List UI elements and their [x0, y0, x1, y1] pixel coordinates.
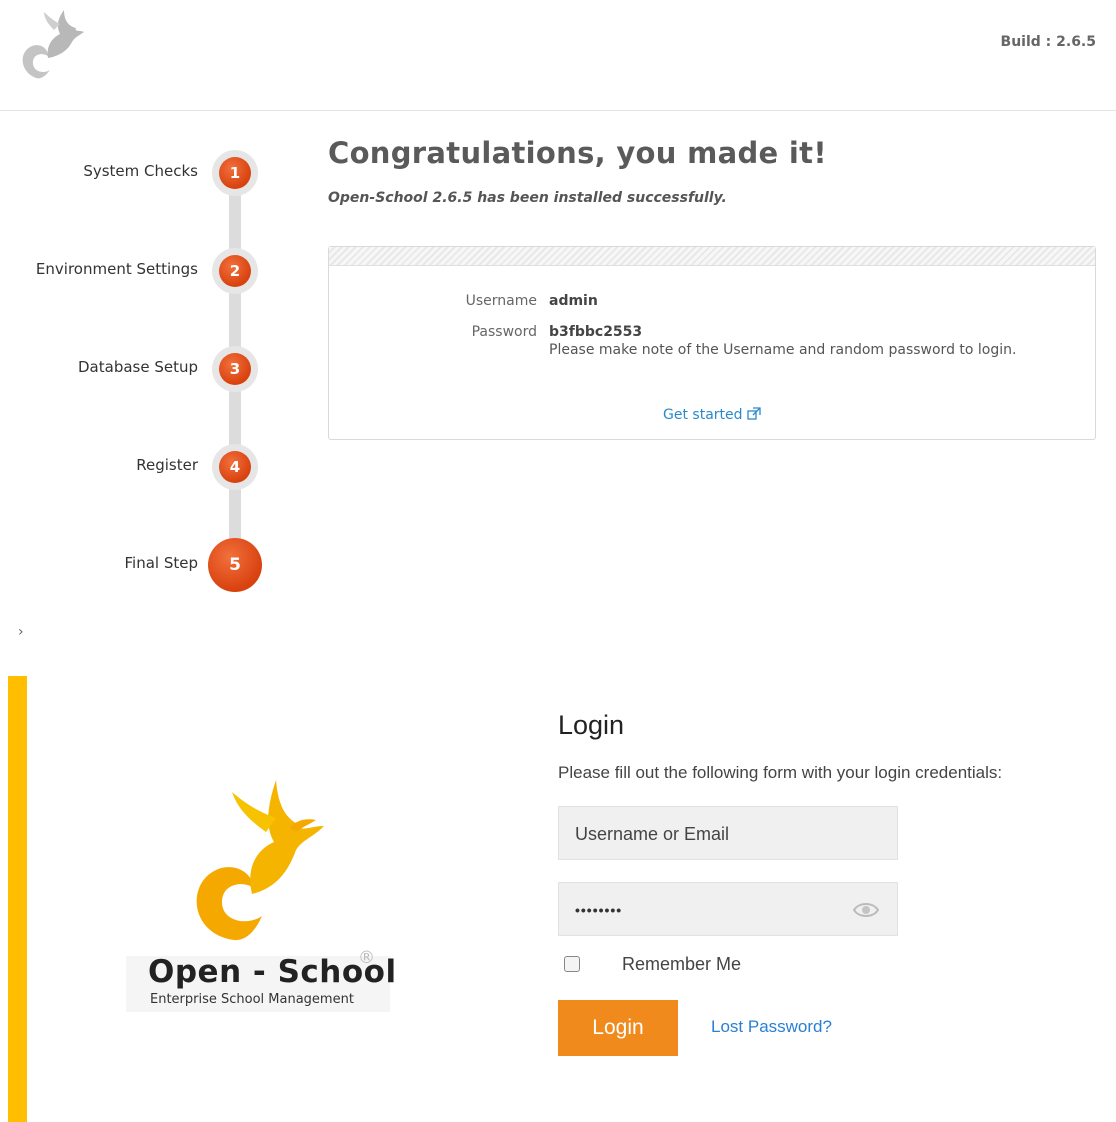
- login-button[interactable]: Login: [558, 1000, 678, 1056]
- step-badge-active: 5: [208, 538, 262, 592]
- username-value: admin: [549, 293, 598, 309]
- login-instructions: Please fill out the following form with …: [558, 763, 1003, 782]
- login-screen: Open - School ® Enterprise School Manage…: [8, 676, 1116, 1122]
- open-school-logo-icon: [22, 10, 84, 79]
- remember-me-label[interactable]: Remember Me: [622, 954, 741, 975]
- brand-tagline: Enterprise School Management: [150, 992, 354, 1007]
- step-label: System Checks: [83, 162, 198, 180]
- step-badge: 1: [212, 150, 258, 196]
- password-label: Password: [471, 324, 537, 340]
- login-title: Login: [558, 710, 625, 740]
- registered-mark: ®: [358, 948, 375, 968]
- username-label: Username: [465, 293, 537, 309]
- step-number: 1: [219, 157, 251, 189]
- step-label: Database Setup: [78, 358, 198, 376]
- step-badge: 2: [212, 248, 258, 294]
- password-field: [558, 882, 898, 937]
- step-label: Register: [136, 456, 198, 474]
- get-started-link-row: Get started: [329, 407, 1095, 423]
- install-success-message: Open-School 2.6.5 has been installed suc…: [328, 190, 727, 206]
- step-environment-settings[interactable]: Environment Settings 2: [0, 248, 270, 298]
- installer-header: Build : 2.6.5: [0, 0, 1116, 111]
- step-label: Environment Settings: [35, 260, 198, 278]
- step-register[interactable]: Register 4: [0, 444, 270, 494]
- credentials-box-header: [329, 247, 1095, 266]
- step-number: 3: [219, 353, 251, 385]
- step-number: 5: [208, 538, 262, 592]
- page-title: Congratulations, you made it!: [328, 136, 827, 170]
- open-school-bird-logo-icon: [196, 780, 324, 941]
- install-steps: System Checks 1 Environment Settings 2 D…: [0, 130, 270, 600]
- step-system-checks[interactable]: System Checks 1: [0, 150, 270, 200]
- step-final-step[interactable]: Final Step 5: [0, 538, 270, 592]
- external-link-icon[interactable]: [747, 407, 761, 420]
- brand-block: Open - School ® Enterprise School Manage…: [126, 776, 396, 1016]
- accent-bar: [8, 676, 27, 1122]
- install-result-panel: Congratulations, you made it! Open-Schoo…: [328, 136, 1098, 440]
- get-started-link[interactable]: Get started: [663, 407, 743, 423]
- step-badge: 4: [212, 444, 258, 490]
- credentials-box: Username admin Password b3fbbc2553 Pleas…: [328, 246, 1096, 440]
- credentials-note: Please make note of the Username and ran…: [549, 342, 1017, 358]
- password-value: b3fbbc2553: [549, 324, 643, 340]
- remember-me-checkbox[interactable]: [564, 956, 580, 972]
- password-input[interactable]: [559, 883, 847, 937]
- step-label: Final Step: [124, 554, 199, 572]
- step-number: 4: [219, 451, 251, 483]
- lost-password-link[interactable]: Lost Password?: [711, 1017, 832, 1037]
- remember-me: Remember Me: [558, 950, 858, 980]
- chevron-right-icon[interactable]: ›: [18, 624, 24, 640]
- show-password-eye-icon[interactable]: [853, 899, 879, 921]
- login-form: Login Please fill out the following form…: [558, 710, 1058, 1056]
- step-badge: 3: [212, 346, 258, 392]
- username-field: [558, 806, 898, 861]
- username-input[interactable]: [559, 807, 847, 861]
- step-database-setup[interactable]: Database Setup 3: [0, 346, 270, 396]
- step-number: 2: [219, 255, 251, 287]
- build-version: Build : 2.6.5: [1000, 34, 1096, 50]
